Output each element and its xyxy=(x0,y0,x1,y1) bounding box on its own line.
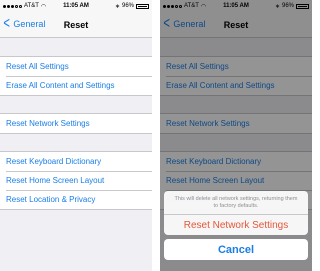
reset-location-privacy-row[interactable]: Reset Location & Privacy xyxy=(0,190,152,209)
settings-screen: AT&T ◠ 11:05 AM ∗ 96% < General Reset Re… xyxy=(0,0,152,271)
reset-group-2: Reset Network Settings xyxy=(0,113,152,134)
action-sheet-group: This will delete all network settings, r… xyxy=(164,191,308,235)
carrier-label: AT&T xyxy=(24,3,39,9)
page-title: Reset xyxy=(63,20,89,30)
confirm-reset-network-button[interactable]: Reset Network Settings xyxy=(164,215,308,235)
reset-home-screen-layout-row[interactable]: Reset Home Screen Layout xyxy=(0,171,152,190)
erase-all-content-row[interactable]: Erase All Content and Settings xyxy=(0,76,152,95)
battery-icon xyxy=(136,3,149,9)
status-bar: AT&T ◠ 11:05 AM ∗ 96% xyxy=(0,0,152,12)
reset-all-settings-row[interactable]: Reset All Settings xyxy=(0,57,152,76)
wifi-icon: ◠ xyxy=(40,3,47,10)
reset-group-1: Reset All Settings Erase All Content and… xyxy=(0,56,152,96)
settings-screen-with-sheet: AT&T ◠ 11:05 AM ∗ 96% < General Reset Re… xyxy=(160,0,312,271)
cancel-button[interactable]: Cancel xyxy=(164,239,308,260)
action-sheet-message: This will delete all network settings, r… xyxy=(164,191,308,215)
reset-group-3: Reset Keyboard Dictionary Reset Home Scr… xyxy=(0,151,152,210)
action-sheet: This will delete all network settings, r… xyxy=(164,191,308,260)
battery-percent: 96% xyxy=(121,3,134,9)
reset-network-settings-row[interactable]: Reset Network Settings xyxy=(0,114,152,133)
bluetooth-icon: ∗ xyxy=(114,3,120,10)
signal-icon xyxy=(3,4,22,8)
reset-keyboard-dictionary-row[interactable]: Reset Keyboard Dictionary xyxy=(0,152,152,171)
navigation-bar: < General Reset xyxy=(0,12,152,38)
